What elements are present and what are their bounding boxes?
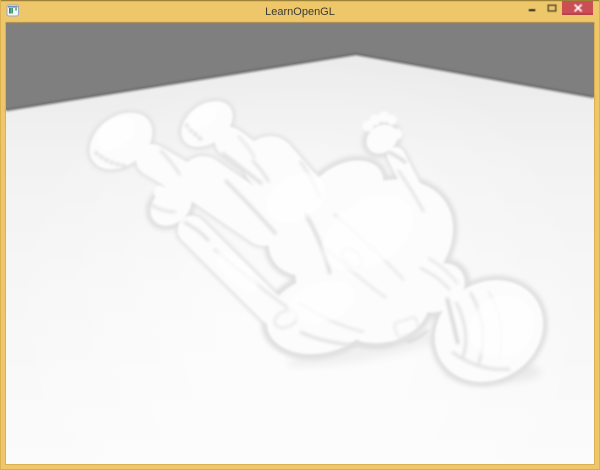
svg-text:LearnOpenGL: LearnOpenGL bbox=[265, 6, 335, 18]
